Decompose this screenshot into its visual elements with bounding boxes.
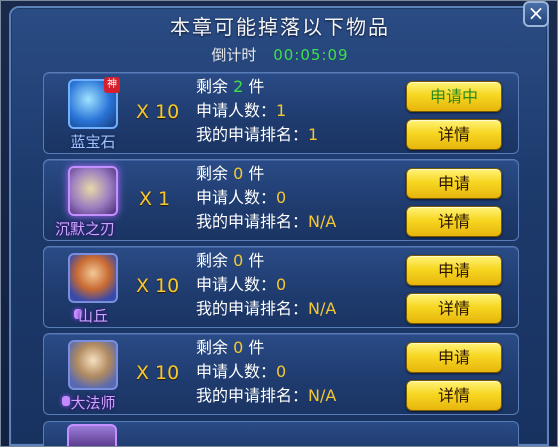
mountain-king-hero-icon[interactable] <box>68 253 118 303</box>
details-button[interactable]: 详情 <box>406 293 502 324</box>
scroll-icon[interactable] <box>68 166 118 216</box>
remaining-unit: 件 <box>248 338 265 357</box>
remaining-unit: 件 <box>248 251 265 270</box>
remaining-count: 2 <box>233 77 244 96</box>
remaining-label: 剩余 <box>196 164 229 183</box>
item-name: 大法师 <box>70 394 116 412</box>
remaining-count: 0 <box>233 338 244 357</box>
archmage-hero-icon[interactable] <box>68 340 118 390</box>
sapphire-icon[interactable]: 神 <box>68 77 120 129</box>
apply-button[interactable]: 申请 <box>406 255 502 286</box>
applicants-label: 申请人数： <box>196 275 277 294</box>
remaining-count: 0 <box>233 164 244 183</box>
applicants-label: 申请人数： <box>196 101 277 120</box>
applicants-count: 0 <box>276 188 287 207</box>
countdown-label: 倒计时 <box>211 46 257 64</box>
applicants-count: 1 <box>276 101 287 120</box>
apply-button[interactable]: 申请中 <box>406 81 502 112</box>
rank-value: N/A <box>308 299 337 318</box>
drop-dialog: 本章可能掉落以下物品 倒计时 00:05:09 × 神 蓝宝石 X 10 剩余 … <box>0 0 558 447</box>
close-button[interactable]: × <box>523 1 549 27</box>
item-row: 大法师 X 10 剩余 0 件 申请人数：0 我的申请排名：N/A 申请 详情 <box>43 333 519 415</box>
item-name: 沉默之刃 <box>54 220 115 238</box>
rank-value: N/A <box>308 386 337 405</box>
rank-label: 我的申请排名： <box>196 212 309 231</box>
remaining-unit: 件 <box>248 77 265 96</box>
item-info: 剩余 0 件 申请人数：0 我的申请排名：N/A <box>196 162 336 234</box>
item-name: 蓝宝石 <box>70 133 116 151</box>
rank-label: 我的申请排名： <box>196 125 309 144</box>
rank-label: 我的申请排名： <box>196 386 309 405</box>
item-row: 山丘 X 10 剩余 0 件 申请人数：0 我的申请排名：N/A 申请 详情 <box>43 246 519 328</box>
details-button[interactable]: 详情 <box>406 380 502 411</box>
applicants-label: 申请人数： <box>196 188 277 207</box>
apply-button[interactable]: 申请 <box>406 342 502 373</box>
item-row: 神 蓝宝石 X 10 剩余 2 件 申请人数：1 我的申请排名：1 申请中 详情 <box>43 72 519 154</box>
countdown-time: 00:05:09 <box>273 46 349 64</box>
item-quantity: X 10 <box>136 362 180 384</box>
item-row: 沉默之刃 X 1 剩余 0 件 申请人数：0 我的申请排名：N/A 申请 详情 <box>43 159 519 241</box>
item-quantity: X 10 <box>136 275 180 297</box>
item-quantity: X 10 <box>136 101 180 123</box>
remaining-label: 剩余 <box>196 338 229 357</box>
details-button[interactable]: 详情 <box>406 206 502 237</box>
item-info: 剩余 0 件 申请人数：0 我的申请排名：N/A <box>196 249 336 321</box>
remaining-count: 0 <box>233 251 244 270</box>
close-icon: × <box>527 1 545 25</box>
applicants-label: 申请人数： <box>196 362 277 381</box>
item-info: 剩余 2 件 申请人数：1 我的申请排名：1 <box>196 75 318 147</box>
dialog-title: 本章可能掉落以下物品 <box>170 15 390 39</box>
applicants-count: 0 <box>276 275 287 294</box>
remaining-unit: 件 <box>248 164 265 183</box>
item-info: 剩余 0 件 申请人数：0 我的申请排名：N/A <box>196 336 336 408</box>
countdown: 倒计时 00:05:09 <box>1 44 557 65</box>
applicants-count: 0 <box>276 362 287 381</box>
divine-badge: 神 <box>104 77 120 93</box>
item-icon-partial[interactable] <box>67 424 117 446</box>
item-quantity: X 1 <box>139 188 171 210</box>
item-name: 山丘 <box>77 307 108 325</box>
details-button[interactable]: 详情 <box>406 119 502 150</box>
rank-value: 1 <box>308 125 319 144</box>
rank-value: N/A <box>308 212 337 231</box>
rank-label: 我的申请排名： <box>196 299 309 318</box>
apply-button[interactable]: 申请 <box>406 168 502 199</box>
remaining-label: 剩余 <box>196 77 229 96</box>
remaining-label: 剩余 <box>196 251 229 270</box>
